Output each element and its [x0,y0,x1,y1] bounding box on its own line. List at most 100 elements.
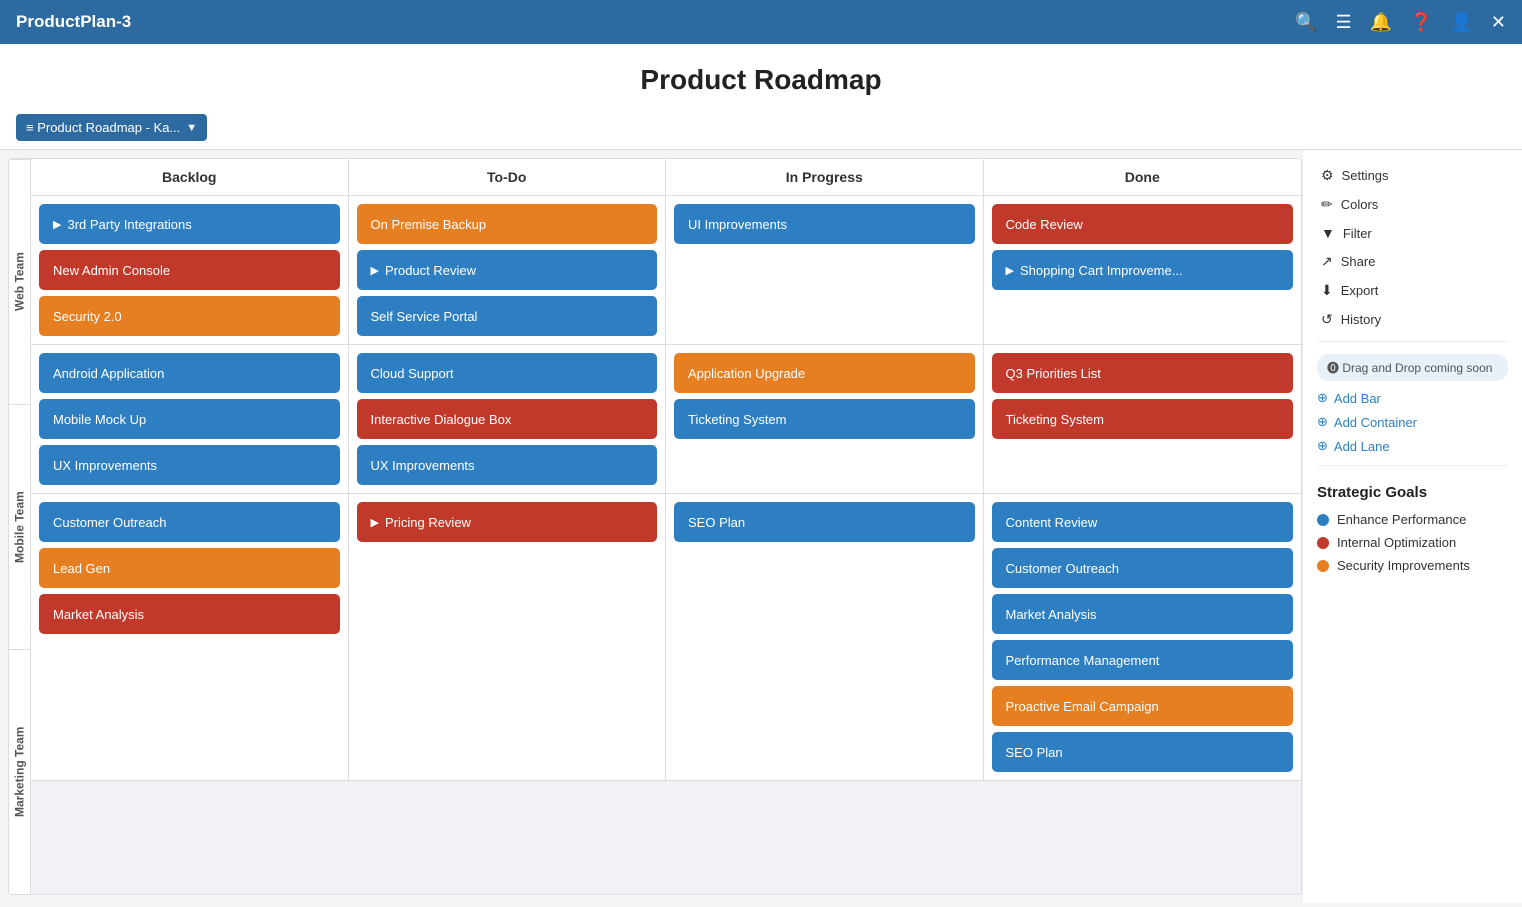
sidebar-action-label: Share [1341,254,1376,269]
drag-drop-badge: ⓿ Drag and Drop coming soon [1317,354,1508,381]
close-icon[interactable]: ✕ [1491,12,1506,33]
card-label: Ticketing System [688,412,787,427]
chevron-right-icon: ▶ [371,516,379,529]
card[interactable]: SEO Plan [992,732,1294,772]
card[interactable]: Lead Gen [39,548,340,588]
strategic-goals-title: Strategic Goals [1317,484,1508,501]
page-header: Product Roadmap [0,44,1522,106]
card[interactable]: Mobile Mock Up [39,399,340,439]
lanes-container: ▶3rd Party Integrations New Admin Console… [31,196,1301,894]
sidebar-action-share[interactable]: ↗ Share [1317,248,1508,275]
card[interactable]: Code Review [992,204,1294,244]
column-header: Done [984,159,1302,195]
card[interactable]: On Premise Backup [357,204,658,244]
top-navigation: ProductPlan-3 🔍 ☰ 🔔 ❓ 👤 ✕ [0,0,1522,44]
filter-icon: ▼ [1321,225,1335,241]
chevron-right-icon: ▶ [53,218,61,231]
sidebar-divider-2 [1317,465,1508,466]
goal-label: Enhance Performance [1337,512,1466,527]
sidebar-action-export[interactable]: ⬇Export [1317,277,1508,304]
card-label: Customer Outreach [1006,561,1119,576]
user-icon[interactable]: 👤 [1450,12,1472,33]
card[interactable]: Customer Outreach [39,502,340,542]
plus-icon: ⊕ [1317,390,1328,406]
card-label: Cloud Support [371,366,454,381]
sidebar-action-colors[interactable]: ✏Colors [1317,191,1508,218]
share-icon: ↗ [1321,253,1333,270]
card-label: On Premise Backup [371,217,487,232]
lane-cell: Code Review ▶Shopping Cart Improveme... [984,196,1302,344]
card[interactable]: Market Analysis [39,594,340,634]
card[interactable]: ▶ Product Review [357,250,658,290]
card[interactable]: UI Improvements [674,204,975,244]
add-add-container-button[interactable]: ⊕Add Container [1317,411,1508,433]
card[interactable]: Market Analysis [992,594,1294,634]
card-label: UI Improvements [688,217,787,232]
add-add-lane-button[interactable]: ⊕Add Lane [1317,435,1508,457]
card[interactable]: ▶Pricing Review [357,502,658,542]
card-label: SEO Plan [688,515,745,530]
board-selector-label: ≡ Product Roadmap - Ka... [26,120,180,135]
card[interactable]: Cloud Support [357,353,658,393]
card[interactable]: UX Improvements [357,445,658,485]
bell-icon[interactable]: 🔔 [1370,12,1392,33]
columns-wrapper: BacklogTo-DoIn ProgressDone ▶3rd Party I… [31,159,1301,894]
main-layout: Web TeamMobile TeamMarketing Team Backlo… [0,150,1522,903]
card[interactable]: Application Upgrade [674,353,975,393]
card[interactable]: UX Improvements [39,445,340,485]
card[interactable]: Interactive Dialogue Box [357,399,658,439]
card[interactable]: Self Service Portal [357,296,658,336]
sidebar-action-label: History [1341,312,1381,327]
card-label: SEO Plan [1006,745,1063,760]
lane-labels: Web TeamMobile TeamMarketing Team [9,159,31,894]
goal-dot [1317,514,1329,526]
lane-label: Web Team [9,159,30,404]
card-label: Application Upgrade [688,366,805,381]
card-label: Ticketing System [1006,412,1105,427]
chevron-right-icon: ▶ [371,264,379,277]
lane-cell: Customer Outreach Lead Gen Market Analysis [31,494,349,780]
sidebar-action-label: Filter [1343,226,1372,241]
menu-icon[interactable]: ☰ [1336,12,1352,33]
card-label: Code Review [1006,217,1083,232]
card-label: New Admin Console [53,263,170,278]
chevron-right-icon: ▶ [1006,264,1014,277]
lane-cell: Application Upgrade Ticketing System [666,345,984,493]
page-title: Product Roadmap [0,64,1522,96]
export-icon: ⬇ [1321,282,1333,299]
card-label: Interactive Dialogue Box [371,412,512,427]
search-icon[interactable]: 🔍 [1295,12,1317,33]
card[interactable]: ▶Shopping Cart Improveme... [992,250,1294,290]
lane-cell: Android Application Mobile Mock Up UX Impr… [31,345,349,493]
board-selector-button[interactable]: ≡ Product Roadmap - Ka... ▼ [16,114,207,141]
card-label: UX Improvements [53,458,157,473]
card[interactable]: Security 2.0 [39,296,340,336]
sidebar-action-history[interactable]: ↺History [1317,306,1508,333]
card-label: Market Analysis [1006,607,1097,622]
card[interactable]: SEO Plan [674,502,975,542]
card[interactable]: Ticketing System [992,399,1294,439]
sidebar-action-settings[interactable]: ⚙Settings [1317,162,1508,189]
card[interactable]: Q3 Priorities List [992,353,1294,393]
card[interactable]: Customer Outreach [992,548,1294,588]
card[interactable]: ▶3rd Party Integrations [39,204,340,244]
goal-label: Security Improvements [1337,558,1470,573]
help-icon[interactable]: ❓ [1410,12,1432,33]
card-label: Content Review [1006,515,1098,530]
card[interactable]: Content Review [992,502,1294,542]
sidebar-action-filter[interactable]: ▼ Filter [1317,220,1508,246]
card[interactable]: Performance Management [992,640,1294,680]
lane-cell: Content Review Customer Outreach Market An… [984,494,1302,780]
card[interactable]: Android Application [39,353,340,393]
goal-dot [1317,537,1329,549]
goal-label: Internal Optimization [1337,535,1456,550]
column-header: In Progress [666,159,984,195]
sidebar: ⚙Settings✏Colors ▼ Filter ↗ Share ⬇Export↺His… [1302,150,1522,903]
lane-row: Customer Outreach Lead Gen Market Analysis… [31,494,1301,781]
card[interactable]: Ticketing System [674,399,975,439]
card[interactable]: New Admin Console [39,250,340,290]
lane-label: Mobile Team [9,404,30,649]
add-add-bar-button[interactable]: ⊕Add Bar [1317,387,1508,409]
card[interactable]: Proactive Email Campaign [992,686,1294,726]
card-label: Product Review [385,263,476,278]
